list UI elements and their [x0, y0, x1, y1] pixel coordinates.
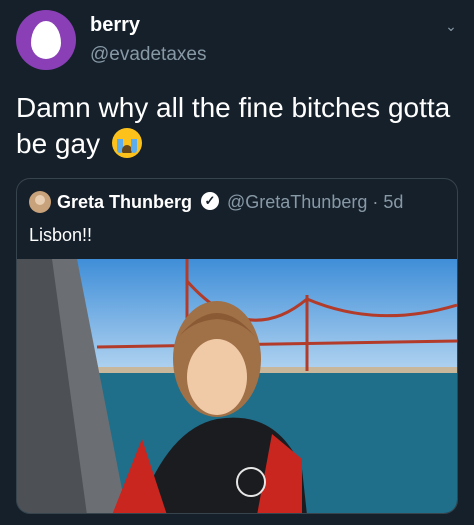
quoted-tweet-photo[interactable] — [17, 259, 457, 513]
verified-check-icon: ✓ — [201, 192, 219, 210]
photo-scene — [17, 259, 457, 513]
chevron-down-icon[interactable]: ⌄ — [442, 18, 460, 36]
quoted-user-avatar[interactable] — [29, 191, 51, 213]
egg-avatar-icon — [31, 21, 61, 59]
user-avatar[interactable] — [16, 10, 76, 70]
loudly-crying-face-emoji-icon — [111, 128, 142, 158]
quoted-handle-and-time[interactable]: @GretaThunberg · 5d — [227, 192, 403, 213]
user-handle[interactable]: @evadetaxes — [90, 44, 206, 66]
tweet[interactable]: berry @evadetaxes ⌄ Damn why all the fin… — [0, 0, 474, 525]
display-name[interactable]: berry — [90, 14, 140, 37]
quoted-tweet-text: Lisbon!! — [29, 225, 93, 245]
quoted-display-name[interactable]: Greta Thunberg — [57, 192, 192, 213]
quoted-tweet[interactable]: Greta Thunberg ✓ @GretaThunberg · 5d Lis… — [16, 178, 458, 514]
tweet-text: Damn why all the fine bitches gotta be g… — [16, 90, 456, 162]
tweet-text-content: Damn why all the fine bitches gotta be g… — [16, 92, 451, 159]
